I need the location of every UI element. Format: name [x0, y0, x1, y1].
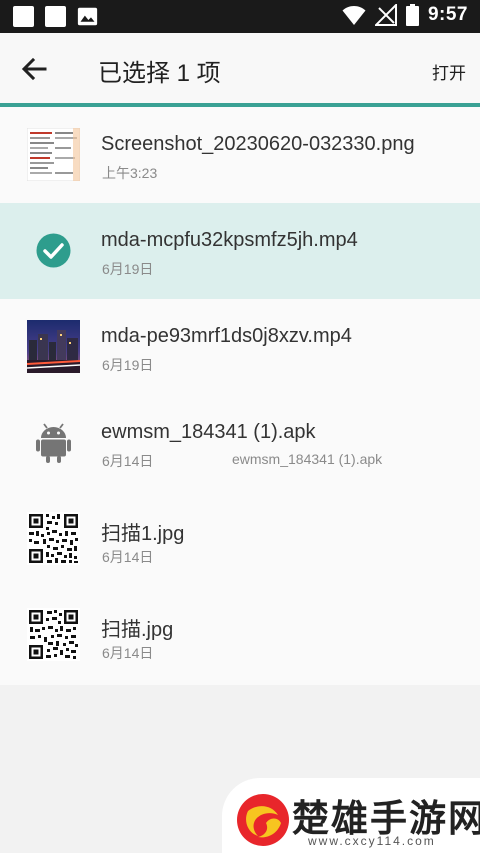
file-date: 6月14日	[102, 453, 154, 469]
file-date: 上午3:23	[102, 165, 158, 181]
video-thumbnail	[27, 320, 80, 373]
file-date: 6月14日	[102, 549, 154, 565]
file-list: Screenshot_20230620-032330.png 上午3:23 md…	[0, 107, 480, 685]
selection-title: 已选择 1 项	[98, 60, 221, 87]
system-icons: 9:57	[342, 4, 468, 26]
status-time: 9:57	[427, 4, 468, 25]
site-logo	[237, 794, 289, 846]
list-item-selected[interactable]: mda-mcpfu32kpsmfz5jh.mp4 6月19日	[0, 203, 480, 299]
image-notification-icon	[77, 7, 98, 26]
battery-icon	[405, 4, 419, 26]
file-name: 扫描.jpg	[101, 619, 174, 641]
arrow-back-icon[interactable]	[18, 53, 50, 85]
file-date: 6月19日	[102, 357, 154, 373]
notification-square-icon	[13, 6, 34, 27]
screenshot-thumbnail	[27, 128, 80, 181]
watermark-url: www.cxcy114.com	[308, 834, 436, 848]
list-item[interactable]: ewmsm_184341 (1).apk 6月14日 ewmsm_184341 …	[0, 395, 480, 491]
file-name: 扫描1.jpg	[101, 523, 185, 545]
file-name: mda-mcpfu32kpsmfz5jh.mp4	[101, 229, 358, 251]
notification-square-icon	[45, 6, 66, 27]
file-date: 6月14日	[102, 645, 154, 661]
qr-code-thumbnail	[27, 512, 80, 565]
action-toolbar: 已选择 1 项 打开	[0, 33, 480, 103]
file-summary: ewmsm_184341 (1).apk	[232, 451, 383, 467]
file-name: Screenshot_20230620-032330.png	[101, 133, 415, 155]
qr-code-thumbnail	[27, 608, 80, 661]
open-button[interactable]: 打开	[432, 59, 466, 84]
list-item[interactable]: 扫描1.jpg 6月14日	[0, 491, 480, 587]
android-icon	[36, 423, 71, 463]
notification-icons	[13, 6, 98, 27]
check-circle-icon	[36, 233, 71, 268]
list-item[interactable]: 扫描.jpg 6月14日	[0, 587, 480, 683]
list-item[interactable]: Screenshot_20230620-032330.png 上午3:23	[0, 107, 480, 203]
site-watermark: 楚雄手游网 www.cxcy114.com	[222, 778, 480, 853]
signal-no-sim-icon	[374, 4, 397, 26]
file-date: 6月19日	[102, 261, 154, 277]
file-name: mda-pe93mrf1ds0j8xzv.mp4	[101, 325, 352, 347]
file-name: ewmsm_184341 (1).apk	[101, 421, 316, 443]
list-item[interactable]: mda-pe93mrf1ds0j8xzv.mp4 6月19日	[0, 299, 480, 395]
wifi-icon	[342, 6, 366, 25]
status-bar: 9:57	[0, 0, 480, 33]
